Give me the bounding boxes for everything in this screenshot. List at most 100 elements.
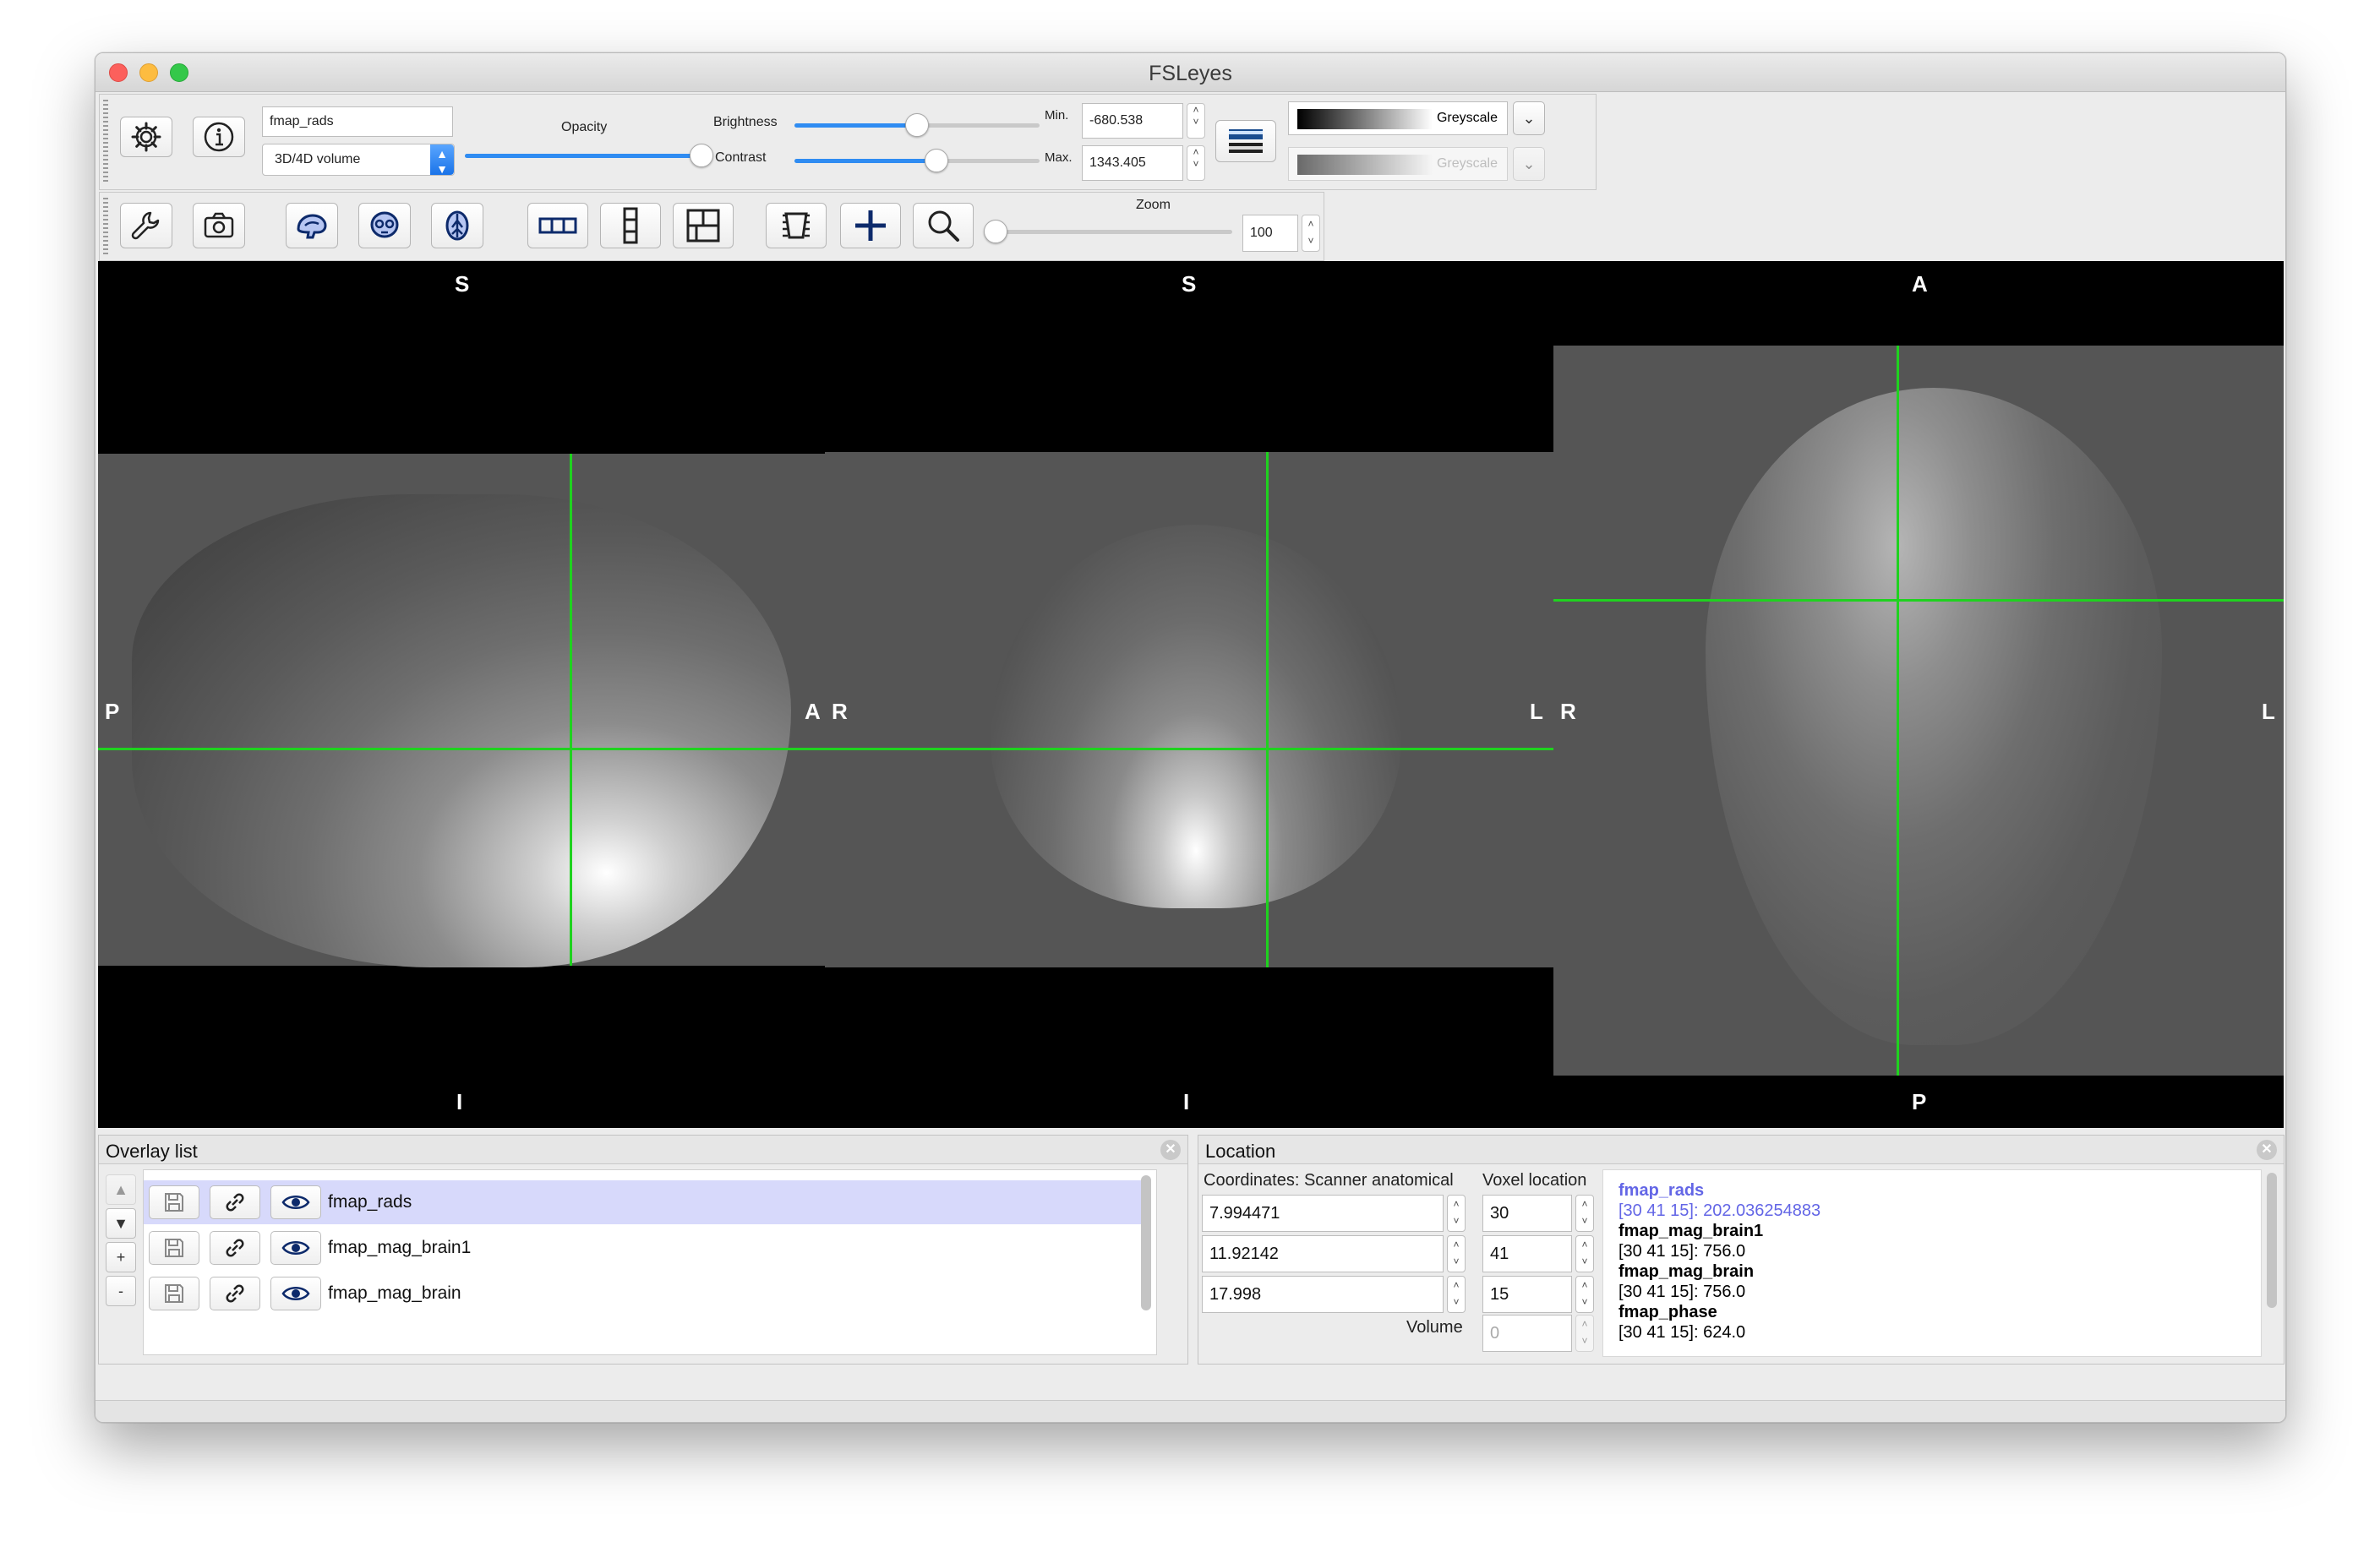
zoom-slider-knob[interactable] xyxy=(984,220,1007,243)
voxel-z-stepper[interactable]: ˄ ˅ xyxy=(1575,1276,1594,1313)
remove-overlay-button[interactable]: - xyxy=(106,1276,136,1306)
link-overlay-button[interactable] xyxy=(210,1231,260,1265)
sagittal-view[interactable]: S I P A xyxy=(98,261,825,1128)
opacity-slider-knob[interactable] xyxy=(690,144,713,167)
move-overlay-down-button[interactable]: ▼ xyxy=(106,1208,136,1239)
colormap-dropdown-button[interactable]: ⌄ xyxy=(1513,101,1545,135)
info-overlay-value: [30 41 15]: 756.0 xyxy=(1619,1242,1746,1261)
coronal-label-right: L xyxy=(1530,699,1543,724)
overlay-info-button[interactable] xyxy=(193,117,245,157)
volume-field[interactable]: 0 xyxy=(1482,1315,1572,1352)
vertical-layout-icon xyxy=(623,207,638,244)
min-value-field[interactable]: -680.538 xyxy=(1082,103,1183,139)
zoom-stepper[interactable]: ˄ ˅ xyxy=(1302,215,1320,252)
colormap-invert-icon xyxy=(1229,129,1263,153)
volume-stepper[interactable]: ˄ ˅ xyxy=(1575,1315,1594,1352)
brightness-slider-fill xyxy=(794,123,917,128)
opacity-slider[interactable] xyxy=(465,154,701,158)
toolbar-grip[interactable] xyxy=(103,100,108,184)
save-overlay-button[interactable] xyxy=(149,1231,199,1265)
brightness-slider-knob[interactable] xyxy=(905,113,929,137)
link-overlay-button[interactable] xyxy=(210,1185,260,1219)
overlay-list-item[interactable]: fmap_mag_brain xyxy=(144,1272,1141,1316)
info-overlay-value: [30 41 15]: 756.0 xyxy=(1619,1283,1746,1301)
coronal-view[interactable]: S I R L xyxy=(825,261,1553,1128)
contrast-slider-knob[interactable] xyxy=(925,149,949,172)
overlay-name-field[interactable]: fmap_rads xyxy=(262,106,453,137)
negative-colormap-dropdown-button[interactable]: ⌄ xyxy=(1513,147,1545,181)
info-overlay-value: [30 41 15]: 202.036254883 xyxy=(1619,1201,1821,1220)
coord-y-stepper[interactable]: ˄ ˅ xyxy=(1447,1235,1466,1272)
max-value-stepper[interactable]: ˄ ˅ xyxy=(1187,145,1205,181)
location-info-scrollbar[interactable] xyxy=(2267,1173,2277,1308)
title-bar: FSLeyes xyxy=(96,53,2285,92)
toggle-coronal-button[interactable] xyxy=(358,203,411,248)
floppy-icon xyxy=(165,1193,183,1212)
axial-brain-icon xyxy=(445,210,469,241)
status-bar xyxy=(96,1400,2285,1422)
toolbar-grip-2[interactable] xyxy=(103,198,108,255)
coord-z-field[interactable]: 17.998 xyxy=(1202,1276,1444,1313)
save-overlay-button[interactable] xyxy=(149,1185,199,1219)
sagittal-label-bottom: I xyxy=(456,1089,463,1114)
screenshot-button[interactable] xyxy=(193,203,245,248)
negative-colormap-select[interactable]: Greyscale xyxy=(1288,147,1508,181)
overlay-list-item[interactable]: fmap_mag_brain1 xyxy=(144,1226,1141,1270)
horizontal-layout-button[interactable] xyxy=(527,203,588,248)
toggle-axial-button[interactable] xyxy=(431,203,483,248)
contrast-slider[interactable] xyxy=(794,159,1040,163)
sagittal-brain-image xyxy=(132,494,791,967)
display-settings-button[interactable] xyxy=(120,117,172,157)
info-overlay-name: fmap_phase xyxy=(1619,1303,1717,1321)
movie-mode-button[interactable] xyxy=(766,203,827,248)
floppy-icon xyxy=(165,1284,183,1303)
grid-layout-button[interactable] xyxy=(673,203,734,248)
voxel-z-field[interactable]: 15 xyxy=(1482,1276,1572,1313)
close-overlay-list-button[interactable]: ✕ xyxy=(1160,1140,1181,1160)
overlay-type-select[interactable]: 3D/4D volume ▲ ▼ xyxy=(262,144,455,176)
view-settings-button[interactable] xyxy=(120,203,172,248)
max-label: Max. xyxy=(1045,150,1073,165)
move-overlay-up-button[interactable]: ▲ xyxy=(106,1174,136,1205)
vertical-layout-button[interactable] xyxy=(600,203,661,248)
voxel-x-field[interactable]: 30 xyxy=(1482,1195,1572,1232)
coord-y-field[interactable]: 11.92142 xyxy=(1202,1235,1444,1272)
add-overlay-button[interactable]: + xyxy=(106,1242,136,1272)
coord-x-stepper[interactable]: ˄ ˅ xyxy=(1447,1195,1466,1232)
invert-colormap-button[interactable] xyxy=(1215,120,1276,162)
voxel-x-stepper[interactable]: ˄ ˅ xyxy=(1575,1195,1594,1232)
voxel-y-stepper[interactable]: ˄ ˅ xyxy=(1575,1235,1594,1272)
toggle-visibility-button[interactable] xyxy=(270,1277,321,1310)
voxel-y-field[interactable]: 41 xyxy=(1482,1235,1572,1272)
zoom-value-field[interactable]: 100 xyxy=(1242,215,1298,252)
toggle-visibility-button[interactable] xyxy=(270,1185,321,1219)
axial-view[interactable]: A P R L xyxy=(1553,261,2284,1128)
close-location-button[interactable]: ✕ xyxy=(2257,1140,2277,1160)
min-label: Min. xyxy=(1045,108,1069,123)
info-overlay-name: fmap_mag_brain1 xyxy=(1619,1222,1764,1240)
coord-x-field[interactable]: 7.994471 xyxy=(1202,1195,1444,1232)
coord-z-stepper[interactable]: ˄ ˅ xyxy=(1447,1276,1466,1313)
reset-zoom-button[interactable] xyxy=(913,203,974,248)
toggle-sagittal-button[interactable] xyxy=(286,203,338,248)
max-value-field[interactable]: 1343.405 xyxy=(1082,145,1183,181)
eye-icon xyxy=(281,1241,310,1255)
film-reel-icon xyxy=(783,212,810,239)
link-overlay-button[interactable] xyxy=(210,1277,260,1310)
gear-icon xyxy=(131,122,161,152)
axial-crosshair-vertical xyxy=(1897,346,1899,1076)
overlay-list-scrollbar[interactable] xyxy=(1141,1175,1151,1310)
info-overlay-name: fmap_rads xyxy=(1619,1181,1705,1200)
axial-label-bottom: P xyxy=(1912,1089,1927,1114)
save-overlay-button[interactable] xyxy=(149,1277,199,1310)
coronal-label-top: S xyxy=(1182,271,1197,297)
overlay-name: fmap_rads xyxy=(328,1192,412,1212)
axial-label-left: R xyxy=(1560,699,1576,724)
colormap-select[interactable]: Greyscale xyxy=(1288,101,1508,135)
toggle-visibility-button[interactable] xyxy=(270,1231,321,1265)
overlay-list-item[interactable]: fmap_rads xyxy=(144,1180,1141,1224)
min-value-stepper[interactable]: ˄ ˅ xyxy=(1187,103,1205,139)
zoom-slider[interactable] xyxy=(996,230,1232,234)
ortho-canvas[interactable]: S I P A S I R L A P R L xyxy=(98,261,2284,1128)
toggle-crosshair-button[interactable] xyxy=(840,203,901,248)
